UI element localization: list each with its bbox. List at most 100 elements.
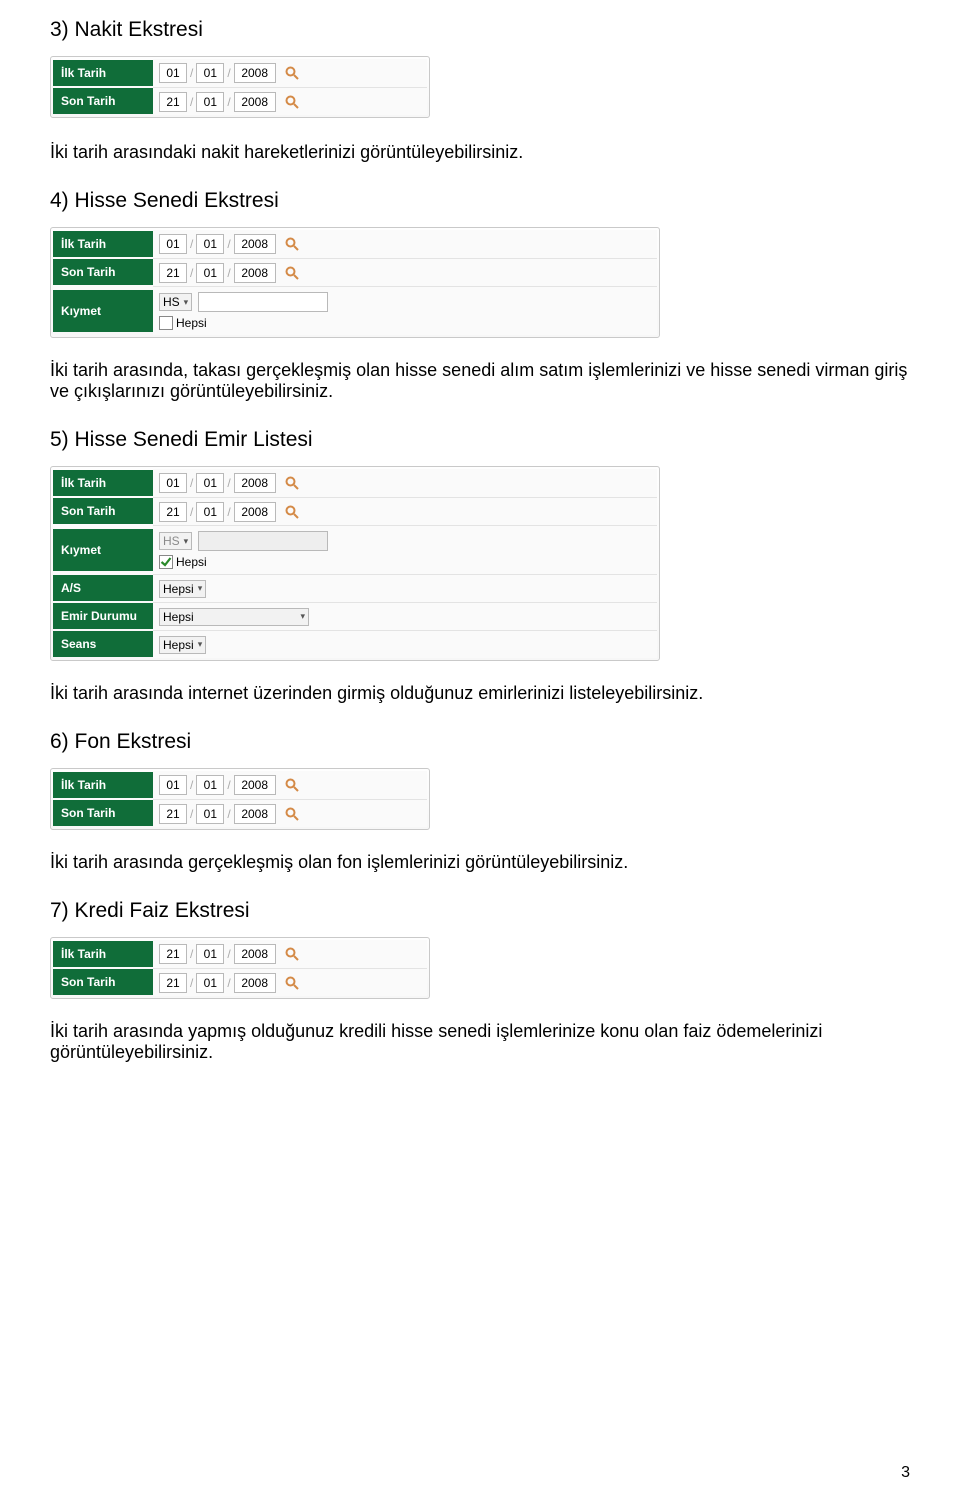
form-fon-ekstresi: İlk Tarih / / Son Tarih / / [50, 768, 430, 830]
section-6-body: İki tarih arasında gerçekleşmiş olan fon… [50, 852, 910, 873]
label-seans: Seans [53, 631, 153, 657]
date-separator: / [227, 505, 230, 519]
son-tarih-day[interactable] [159, 973, 187, 993]
son-tarih-month[interactable] [196, 263, 224, 283]
section-7-body: İki tarih arasında yapmış olduğunuz kred… [50, 1021, 910, 1063]
label-ilk-tarih: İlk Tarih [53, 470, 153, 496]
date-separator: / [227, 95, 230, 109]
ilk-tarih-day[interactable] [159, 63, 187, 83]
as-select[interactable]: Hepsi▾ [159, 580, 206, 598]
calendar-picker-icon[interactable] [284, 236, 301, 253]
chevron-down-icon: ▾ [184, 536, 189, 547]
form-nakit-ekstresi: İlk Tarih / / Son Tarih / / [50, 56, 430, 118]
form-emir-listesi: İlk Tarih / / Son Tarih / / [50, 466, 660, 661]
date-separator: / [190, 266, 193, 280]
date-separator: / [190, 947, 193, 961]
section-3-body: İki tarih arasındaki nakit hareketlerini… [50, 142, 910, 163]
calendar-picker-icon[interactable] [284, 946, 301, 963]
emir-durumu-select[interactable]: Hepsi▾ [159, 608, 309, 626]
ilk-tarih-year[interactable] [234, 234, 276, 254]
ilk-tarih-month[interactable] [196, 63, 224, 83]
ilk-tarih-month[interactable] [196, 775, 224, 795]
chevron-down-icon: ▾ [300, 611, 305, 622]
son-tarih-year[interactable] [234, 263, 276, 283]
chevron-down-icon: ▾ [198, 639, 203, 650]
chevron-down-icon: ▾ [184, 297, 189, 308]
section-4-body: İki tarih arasında, takası gerçekleşmiş … [50, 360, 910, 402]
date-separator: / [227, 476, 230, 490]
label-as: A/S [53, 575, 153, 601]
label-son-tarih: Son Tarih [53, 800, 153, 826]
label-ilk-tarih: İlk Tarih [53, 231, 153, 257]
son-tarih-year[interactable] [234, 804, 276, 824]
seans-select[interactable]: Hepsi▾ [159, 636, 206, 654]
son-tarih-day[interactable] [159, 92, 187, 112]
ilk-tarih-year[interactable] [234, 775, 276, 795]
date-separator: / [227, 976, 230, 990]
date-separator: / [227, 947, 230, 961]
date-separator: / [227, 66, 230, 80]
label-son-tarih: Son Tarih [53, 969, 153, 995]
calendar-picker-icon[interactable] [284, 503, 301, 520]
ilk-tarih-year[interactable] [234, 63, 276, 83]
calendar-picker-icon[interactable] [284, 974, 301, 991]
date-separator: / [227, 237, 230, 251]
son-tarih-month[interactable] [196, 92, 224, 112]
calendar-picker-icon[interactable] [284, 65, 301, 82]
son-tarih-month[interactable] [196, 973, 224, 993]
son-tarih-year[interactable] [234, 973, 276, 993]
hepsi-checkbox[interactable]: Hepsi [159, 555, 207, 569]
label-son-tarih: Son Tarih [53, 259, 153, 285]
ilk-tarih-month[interactable] [196, 234, 224, 254]
date-separator: / [190, 476, 193, 490]
date-separator: / [190, 66, 193, 80]
calendar-picker-icon[interactable] [284, 264, 301, 281]
ilk-tarih-day[interactable] [159, 944, 187, 964]
calendar-picker-icon[interactable] [284, 777, 301, 794]
form-hisse-senedi-ekstresi: İlk Tarih / / Son Tarih / / [50, 227, 660, 338]
section-3-heading: 3) Nakit Ekstresi [50, 18, 910, 42]
ilk-tarih-month[interactable] [196, 473, 224, 493]
son-tarih-day[interactable] [159, 502, 187, 522]
label-emir-durumu: Emir Durumu [53, 603, 153, 629]
ilk-tarih-year[interactable] [234, 944, 276, 964]
section-6-heading: 6) Fon Ekstresi [50, 730, 910, 754]
son-tarih-day[interactable] [159, 804, 187, 824]
date-separator: / [227, 807, 230, 821]
son-tarih-month[interactable] [196, 502, 224, 522]
label-son-tarih: Son Tarih [53, 88, 153, 114]
ilk-tarih-day[interactable] [159, 234, 187, 254]
ilk-tarih-day[interactable] [159, 473, 187, 493]
chevron-down-icon: ▾ [198, 583, 203, 594]
ilk-tarih-month[interactable] [196, 944, 224, 964]
date-separator: / [190, 505, 193, 519]
hepsi-checkbox[interactable]: Hepsi [159, 316, 207, 330]
label-ilk-tarih: İlk Tarih [53, 941, 153, 967]
son-tarih-month[interactable] [196, 804, 224, 824]
ilk-tarih-year[interactable] [234, 473, 276, 493]
ilk-tarih-day[interactable] [159, 775, 187, 795]
label-kiymet: Kıymet [53, 290, 153, 332]
date-separator: / [190, 237, 193, 251]
label-ilk-tarih: İlk Tarih [53, 772, 153, 798]
date-separator: / [190, 976, 193, 990]
kiymet-input[interactable] [198, 292, 328, 312]
date-separator: / [227, 778, 230, 792]
label-kiymet: Kıymet [53, 529, 153, 571]
section-5-heading: 5) Hisse Senedi Emir Listesi [50, 428, 910, 452]
calendar-picker-icon[interactable] [284, 805, 301, 822]
kiymet-select[interactable]: HS▾ [159, 293, 192, 311]
date-separator: / [190, 807, 193, 821]
section-7-heading: 7) Kredi Faiz Ekstresi [50, 899, 910, 923]
date-separator: / [190, 95, 193, 109]
kiymet-select[interactable]: HS▾ [159, 532, 192, 550]
date-separator: / [227, 266, 230, 280]
son-tarih-year[interactable] [234, 92, 276, 112]
son-tarih-year[interactable] [234, 502, 276, 522]
kiymet-input[interactable] [198, 531, 328, 551]
label-son-tarih: Son Tarih [53, 498, 153, 524]
page-number: 3 [901, 1464, 910, 1482]
son-tarih-day[interactable] [159, 263, 187, 283]
calendar-picker-icon[interactable] [284, 93, 301, 110]
calendar-picker-icon[interactable] [284, 475, 301, 492]
